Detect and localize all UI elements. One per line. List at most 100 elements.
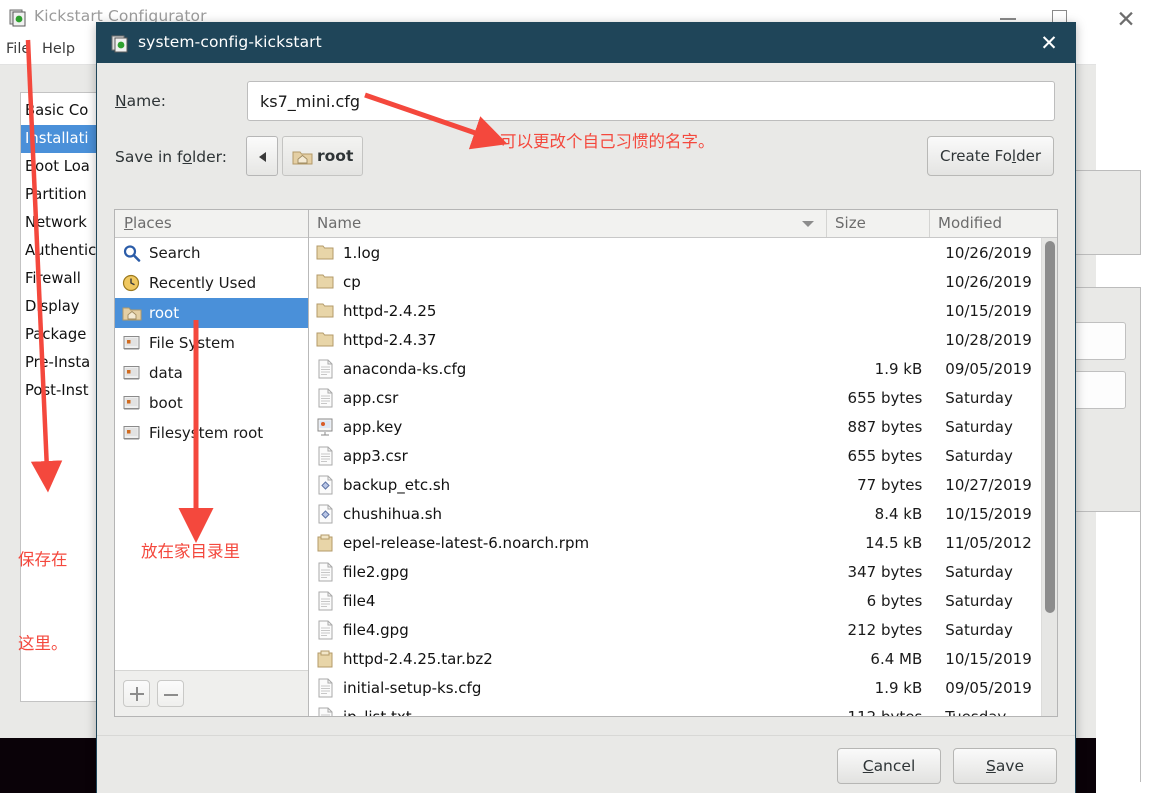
package-file-icon <box>317 534 333 551</box>
background-sidebar-item[interactable]: Installati <box>21 125 99 153</box>
background-fragment-field-2[interactable] <box>1072 371 1126 409</box>
file-list-scrollbar[interactable] <box>1041 238 1057 716</box>
current-folder-label: root <box>317 147 354 165</box>
save-button[interactable]: Save <box>953 748 1057 784</box>
dialog-titlebar: system-config-kickstart ✕ <box>97 23 1075 63</box>
file-row[interactable]: file2.gpg 347 bytes Saturday <box>309 557 1041 586</box>
folder-label: Save in folder: <box>115 148 227 166</box>
background-sidebar-item[interactable]: Partition <box>25 181 99 209</box>
menu-file[interactable]: File <box>6 41 30 57</box>
menu-help[interactable]: Help <box>42 41 75 57</box>
background-sidebar-item[interactable]: Display <box>25 293 99 321</box>
file-rows[interactable]: 1.log 10/26/2019 cp 10/26/2019 httpd-2.4.25 1… <box>309 238 1041 716</box>
file-modified: 10/15/2019 <box>945 504 1032 523</box>
place-item-root[interactable]: root <box>115 298 308 328</box>
save-label: Save <box>985 757 1025 775</box>
drive-icon <box>123 396 140 410</box>
file-row[interactable]: 1.log 10/26/2019 <box>309 238 1041 267</box>
file-row[interactable]: anaconda-ks.cfg 1.9 kB 09/05/2019 <box>309 354 1041 383</box>
place-item-label: File System <box>149 334 235 352</box>
background-sidebar-item[interactable]: Boot Loa <box>25 153 99 181</box>
place-item-boot[interactable]: boot <box>115 388 308 418</box>
file-name: app.csr <box>343 388 399 407</box>
file-modified: 10/27/2019 <box>945 475 1032 494</box>
background-fragment-frame <box>1075 170 1141 255</box>
annotation-save-here-line2: 这里。 <box>18 634 68 653</box>
file-row[interactable]: initial-setup-ks.cfg 1.9 kB 09/05/2019 <box>309 673 1041 702</box>
column-header-size[interactable]: Size <box>827 210 930 237</box>
background-sidebar-item[interactable]: Pre-Insta <box>25 349 99 377</box>
file-row[interactable]: ip_list.txt112 bytesTuesday <box>309 702 1041 716</box>
background-sidebar-item[interactable]: Post-Inst <box>25 377 99 405</box>
file-row[interactable]: file4 6 bytes Saturday <box>309 586 1041 615</box>
file-list-header: Name Size Modified <box>309 210 1057 238</box>
file-row[interactable]: cp 10/26/2019 <box>309 267 1041 296</box>
file-modified: Tuesday <box>932 708 1041 717</box>
name-input[interactable] <box>247 81 1055 121</box>
add-place-button[interactable] <box>123 680 150 707</box>
column-label-size: Size <box>835 214 866 232</box>
search-icon <box>123 245 141 262</box>
file-row[interactable]: backup_etc.sh 77 bytes 10/27/2019 <box>309 470 1041 499</box>
name-label: Name: <box>115 92 166 110</box>
file-modified: Saturday <box>945 446 1013 465</box>
background-sidebar-item[interactable]: Package <box>25 321 99 349</box>
file-row[interactable]: httpd-2.4.25.tar.bz2 6.4 MB 10/15/2019 <box>309 644 1041 673</box>
file-row[interactable]: epel-release-latest-6.noarch.rpm 14.5 kB 1… <box>309 528 1041 557</box>
place-item-recently-used[interactable]: Recently Used <box>115 268 308 298</box>
kickstart-icon <box>111 35 128 53</box>
file-row[interactable]: httpd-2.4.25 10/15/2019 <box>309 296 1041 325</box>
file-row[interactable]: chushihua.sh 8.4 kB 10/15/2019 <box>309 499 1041 528</box>
background-sidebar-item[interactable]: Firewall <box>25 265 99 293</box>
file-modified: 10/28/2019 <box>945 330 1032 349</box>
file-name: cp <box>343 272 361 291</box>
file-size: 655 bytes <box>847 388 923 407</box>
file-row[interactable]: file4.gpg 212 bytes Saturday <box>309 615 1041 644</box>
file-size: 6.4 MB <box>870 649 923 668</box>
close-icon[interactable]: ✕ <box>1113 7 1139 33</box>
places-footer <box>115 670 308 716</box>
scrollbar-thumb[interactable] <box>1045 241 1055 613</box>
create-folder-button[interactable]: Create Folder <box>927 136 1054 176</box>
text-file-icon <box>318 620 333 639</box>
kickstart-icon <box>9 9 26 27</box>
background-sidebar-item[interactable]: Network <box>25 209 99 237</box>
close-icon[interactable]: ✕ <box>1037 31 1061 55</box>
back-arrow-icon[interactable] <box>246 136 278 176</box>
place-item-label: Recently Used <box>149 274 257 292</box>
file-modified: Saturday <box>945 620 1013 639</box>
text-file-icon <box>318 446 333 465</box>
sort-descending-icon <box>802 221 814 227</box>
place-item-file-system[interactable]: File System <box>115 328 308 358</box>
file-size: 77 bytes <box>857 475 923 494</box>
file-row[interactable]: app.csr 655 bytes Saturday <box>309 383 1041 412</box>
column-header-modified[interactable]: Modified <box>930 210 1040 237</box>
place-item-search[interactable]: Search <box>115 238 308 268</box>
file-row[interactable]: app.key 887 bytes Saturday <box>309 412 1041 441</box>
file-modified: Saturday <box>945 591 1013 610</box>
file-name: file4.gpg <box>343 620 409 639</box>
place-item-filesystem-root[interactable]: Filesystem root <box>115 418 308 448</box>
file-row[interactable]: httpd-2.4.37 10/28/2019 <box>309 325 1041 354</box>
annotation-home-dir: 放在家目录里 <box>141 542 240 561</box>
file-modified: Saturday <box>945 388 1013 407</box>
place-item-label: data <box>149 364 183 382</box>
script-file-icon <box>318 475 333 494</box>
background-sidebar-item[interactable]: Authentic <box>25 237 99 265</box>
column-header-name[interactable]: Name <box>309 210 827 237</box>
file-name: chushihua.sh <box>343 504 443 523</box>
drive-icon <box>123 336 140 350</box>
background-fragment-field-1[interactable] <box>1072 322 1126 360</box>
cancel-button[interactable]: Cancel <box>837 748 941 784</box>
file-size: 112 bytes <box>831 708 933 717</box>
place-item-data[interactable]: data <box>115 358 308 388</box>
file-row[interactable]: app3.csr 655 bytes Saturday <box>309 441 1041 470</box>
current-folder-button[interactable]: root <box>282 136 363 176</box>
background-sidebar-item[interactable]: Basic Co <box>25 97 99 125</box>
places-list[interactable]: Search Recently Used root File System data bo… <box>115 238 308 670</box>
file-name: ip_list.txt <box>343 708 831 717</box>
drive-icon <box>123 426 140 440</box>
remove-place-button[interactable] <box>157 680 184 707</box>
package-file-icon <box>317 650 333 667</box>
annotation-save-here-line1: 保存在 <box>18 550 68 569</box>
